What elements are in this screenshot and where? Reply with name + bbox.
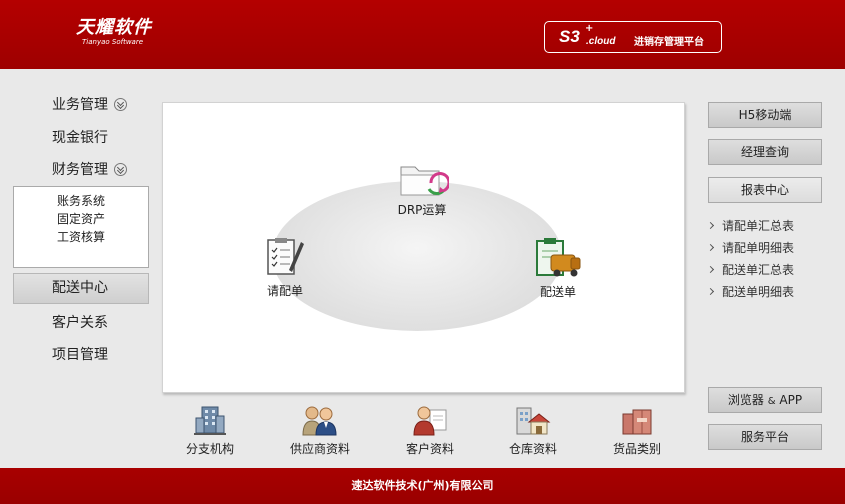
- report-center-button[interactable]: 报表中心: [708, 177, 822, 203]
- submenu-accounting-system[interactable]: 账务系统: [14, 192, 148, 210]
- goods-box-icon: [622, 409, 652, 435]
- report-link-request-detail[interactable]: 请配单明细表: [706, 239, 795, 256]
- folder-refresh-icon: [400, 166, 449, 196]
- nav-finance-management[interactable]: 财务管理: [52, 159, 127, 179]
- nav-customer-label: 客户关系: [52, 315, 108, 331]
- shortcut-warehouse-label: 仓库资料: [508, 442, 557, 456]
- chevron-right-icon: [706, 221, 715, 230]
- nav-customer-relations[interactable]: 客户关系: [52, 312, 108, 332]
- shortcut-goods-category[interactable]: 货品类别: [592, 404, 682, 457]
- workflow-panel: DRP运算 请配单 配送单: [162, 102, 685, 393]
- chevron-right-icon: [706, 243, 715, 252]
- warehouse-icon: [516, 407, 551, 435]
- nav-cash-bank[interactable]: 现金银行: [52, 127, 108, 147]
- flow-request-label: 请配单: [266, 284, 303, 298]
- logo-sub-text: Tianyao Software: [82, 38, 144, 46]
- report-link-label: 请配单汇总表: [722, 219, 795, 233]
- shortcut-goods-label: 货品类别: [612, 442, 661, 456]
- manager-query-button[interactable]: 经理查询: [708, 139, 822, 165]
- nav-distribution-center[interactable]: 配送中心: [13, 273, 149, 304]
- brand-cloud-text: .cloud: [586, 36, 616, 47]
- header-bar: 天耀软件 Tianyao Software S3 + .cloud 进销存管理平…: [0, 0, 845, 69]
- product-brand-badge: S3 + .cloud 进销存管理平台: [544, 21, 722, 53]
- submenu-fixed-assets[interactable]: 固定资产: [14, 210, 148, 228]
- chevron-right-icon: [706, 287, 715, 296]
- flow-drp-calculation[interactable]: DRP运算: [395, 161, 449, 218]
- footer-company: 速达软件技术(广州)有限公司: [0, 468, 845, 504]
- nav-business-management[interactable]: 业务管理: [52, 94, 127, 114]
- report-link-delivery-detail[interactable]: 配送单明细表: [706, 283, 795, 300]
- report-link-request-summary[interactable]: 请配单汇总表: [706, 217, 795, 234]
- report-link-label: 配送单汇总表: [722, 263, 795, 277]
- brand-platform-text: 进销存管理平台: [634, 37, 704, 48]
- flow-delivery-label: 配送单: [539, 285, 576, 299]
- report-link-delivery-summary[interactable]: 配送单汇总表: [706, 261, 795, 278]
- shortcut-supplier-label: 供应商资料: [289, 442, 350, 456]
- h5-mobile-button[interactable]: H5移动端: [708, 102, 822, 128]
- submenu-payroll[interactable]: 工资核算: [14, 228, 148, 246]
- brand-plus-text: +: [585, 23, 594, 34]
- browser-app-button[interactable]: 浏览器 & APP: [708, 387, 822, 413]
- shortcut-supplier[interactable]: 供应商资料: [275, 404, 365, 457]
- chevron-down-icon: [114, 97, 127, 111]
- shortcut-warehouse[interactable]: 仓库资料: [488, 404, 578, 457]
- chevron-right-icon: [706, 265, 715, 274]
- delivery-truck-icon: [536, 238, 581, 277]
- shortcut-branch-label: 分支机构: [185, 442, 234, 456]
- service-platform-button[interactable]: 服务平台: [708, 424, 822, 450]
- brand-s3-text: S3: [559, 27, 580, 46]
- finance-submenu: 账务系统 固定资产 工资核算: [13, 186, 149, 268]
- chevron-down-icon: [114, 162, 127, 176]
- logo: 天耀软件 Tianyao Software: [76, 18, 152, 47]
- nav-cash-bank-label: 现金银行: [52, 130, 108, 146]
- shortcut-branch[interactable]: 分支机构: [165, 404, 255, 457]
- report-link-label: 配送单明细表: [722, 285, 795, 299]
- logo-main-text: 天耀软件: [76, 17, 152, 38]
- ampersand-label: &: [767, 396, 776, 407]
- supplier-people-icon: [302, 406, 337, 436]
- nav-finance-label: 财务管理: [52, 162, 108, 178]
- shortcut-customer[interactable]: 客户资料: [385, 404, 475, 457]
- report-link-label: 请配单明细表: [722, 241, 795, 255]
- customer-person-icon: [413, 406, 447, 436]
- app-label: APP: [779, 393, 803, 407]
- nav-project-management[interactable]: 项目管理: [52, 344, 108, 364]
- checklist-icon: [267, 238, 304, 275]
- nav-project-label: 项目管理: [52, 347, 108, 363]
- browser-label: 浏览器: [727, 393, 764, 407]
- flow-drp-label: DRP运算: [397, 203, 447, 217]
- shortcut-customer-label: 客户资料: [405, 442, 454, 456]
- flow-request-order[interactable]: 请配单: [263, 236, 307, 299]
- nav-business-label: 业务管理: [52, 97, 108, 113]
- flow-delivery-order[interactable]: 配送单: [533, 237, 583, 300]
- building-icon: [194, 406, 226, 435]
